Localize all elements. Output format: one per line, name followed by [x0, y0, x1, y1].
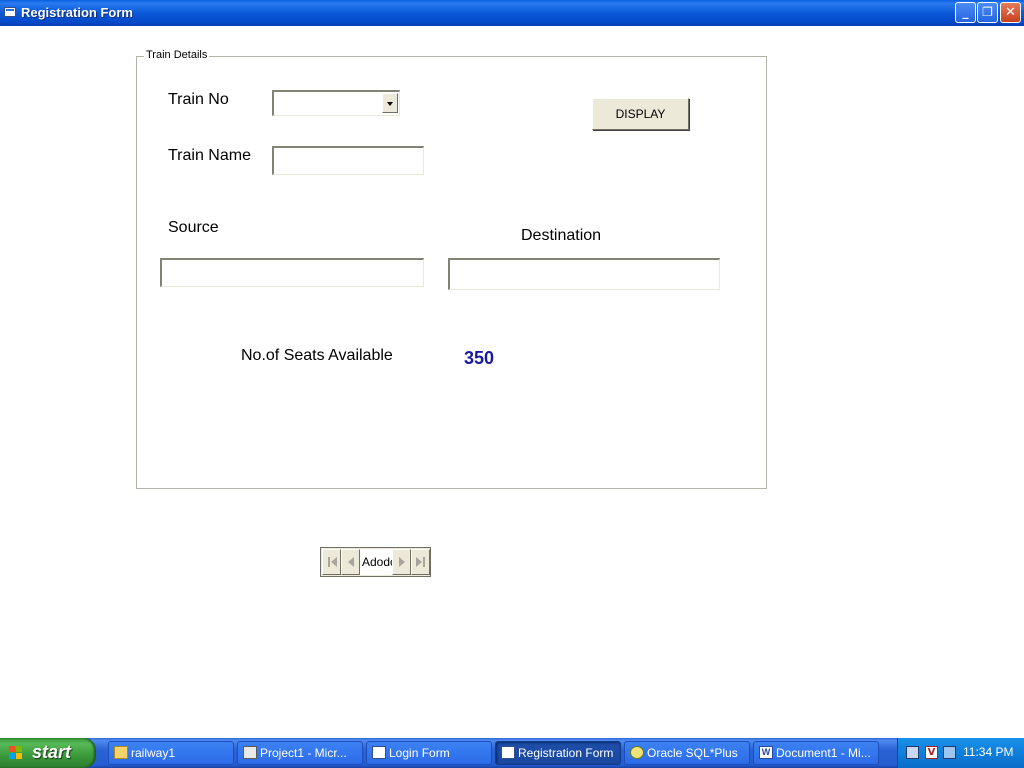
- frame-caption: Train Details: [144, 49, 210, 61]
- last-record-icon: [416, 557, 422, 567]
- taskbar-item-railway1[interactable]: railway1: [108, 741, 234, 765]
- display-button[interactable]: DISPLAY: [592, 98, 689, 130]
- source-field[interactable]: [160, 258, 424, 287]
- display-settings-icon[interactable]: [943, 746, 956, 759]
- window-title: Registration Form: [21, 5, 133, 20]
- train-name-field[interactable]: [272, 146, 424, 175]
- adodc-navigator: Adodc: [320, 547, 431, 577]
- minimize-button[interactable]: _: [955, 2, 976, 23]
- network-icon[interactable]: [906, 746, 919, 759]
- oracle-icon: [630, 746, 644, 759]
- taskbar-item-login-form[interactable]: Login Form: [366, 741, 492, 765]
- train-name-label: Train Name: [168, 147, 251, 164]
- move-next-button[interactable]: [392, 549, 411, 575]
- destination-field[interactable]: [448, 258, 720, 290]
- taskbar-item-label: Login Form: [389, 746, 450, 760]
- taskbar-item-label: Project1 - Micr...: [260, 746, 347, 760]
- close-button[interactable]: ✕: [1000, 2, 1021, 23]
- antivirus-icon[interactable]: V: [925, 746, 938, 759]
- taskbar-item-label: Document1 - Mi...: [776, 746, 871, 760]
- taskbar-item-registration-form[interactable]: Registration Form: [495, 741, 621, 765]
- train-no-combo[interactable]: [272, 90, 400, 116]
- train-no-label: Train No: [168, 91, 229, 108]
- folder-icon: [114, 746, 128, 759]
- form-icon: [372, 746, 386, 759]
- taskbar-item-document1[interactable]: W Document1 - Mi...: [753, 741, 879, 765]
- taskbar-item-label: railway1: [131, 746, 176, 760]
- title-bar: Registration Form _ ❐ ✕: [0, 0, 1024, 26]
- move-first-button[interactable]: [322, 549, 341, 575]
- taskbar: start railway1 Project1 - Micr... Login …: [0, 738, 1024, 768]
- maximize-button[interactable]: ❐: [977, 2, 998, 23]
- seats-available-label: No.of Seats Available: [241, 347, 393, 364]
- start-button[interactable]: start: [0, 738, 96, 768]
- first-record-icon: [328, 557, 330, 567]
- taskbar-item-label: Registration Form: [518, 746, 614, 760]
- move-last-button[interactable]: [411, 549, 430, 575]
- source-label: Source: [168, 219, 219, 236]
- destination-label: Destination: [521, 227, 602, 244]
- form-icon[interactable]: [4, 7, 16, 17]
- vb-project-icon: [243, 746, 257, 759]
- clock[interactable]: 11:34 PM: [963, 745, 1013, 759]
- move-previous-button[interactable]: [341, 549, 360, 575]
- word-icon: W: [759, 746, 773, 759]
- adodc-caption: Adodc: [360, 549, 392, 575]
- seats-available-value: 350: [464, 348, 495, 368]
- previous-record-icon: [348, 557, 354, 567]
- start-label: start: [32, 742, 72, 762]
- taskbar-item-label: Oracle SQL*Plus: [647, 746, 738, 760]
- system-tray: V 11:34 PM: [897, 738, 1024, 768]
- taskbar-item-oracle-sqlplus[interactable]: Oracle SQL*Plus: [624, 741, 750, 765]
- windows-logo-icon: [9, 746, 24, 760]
- taskbar-item-project1[interactable]: Project1 - Micr...: [237, 741, 363, 765]
- form-icon: [501, 746, 515, 759]
- next-record-icon: [399, 557, 405, 567]
- chevron-down-icon[interactable]: [382, 93, 398, 113]
